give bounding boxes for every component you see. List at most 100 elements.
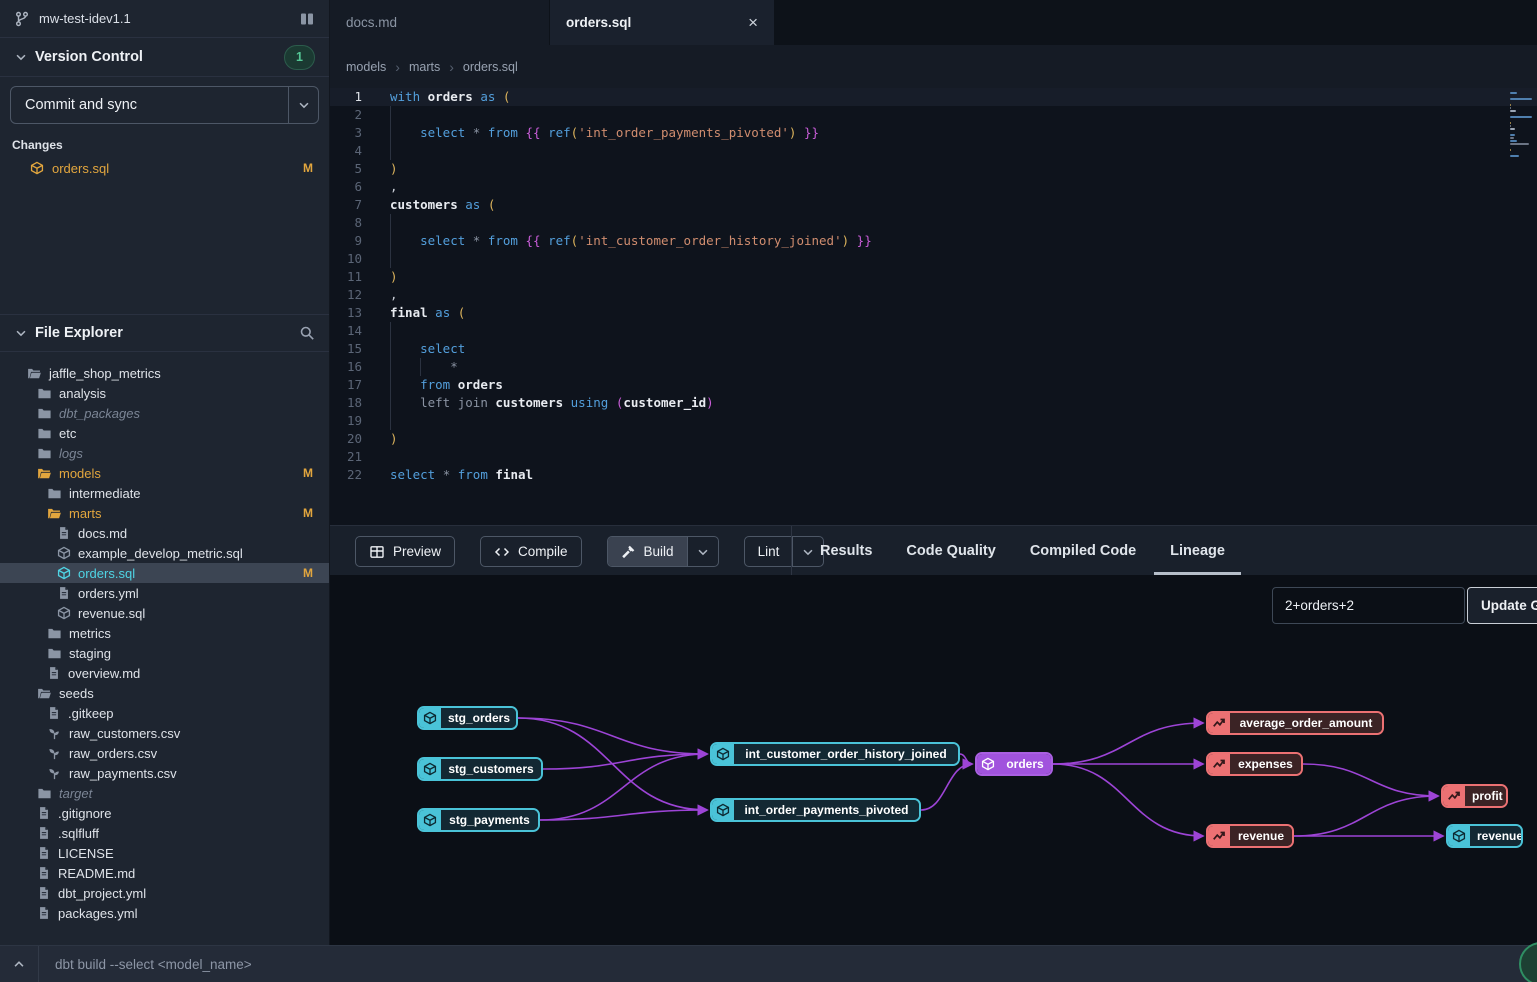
cube-icon <box>57 546 71 560</box>
tab-docs-md[interactable]: docs.md <box>330 0 550 45</box>
lineage-node-int_customer_order_history_joined[interactable]: int_customer_order_history_joined <box>710 742 960 766</box>
tree-item-raw-orders-csv[interactable]: raw_orders.csv <box>0 743 329 763</box>
search-icon[interactable] <box>299 325 315 341</box>
cube-icon <box>419 708 441 728</box>
file-icon <box>47 706 61 720</box>
compile-button[interactable]: Compile <box>480 536 582 567</box>
chevron-right-icon: › <box>395 59 400 75</box>
model-cube-icon <box>30 161 44 175</box>
tree-item-dbt-project-yml[interactable]: dbt_project.yml <box>0 883 329 903</box>
lineage-node-revenue_model[interactable]: revenue <box>1446 824 1523 848</box>
docs-book-icon[interactable] <box>299 11 315 27</box>
tree-item-raw-payments-csv[interactable]: raw_payments.csv <box>0 763 329 783</box>
tab-compiled-code[interactable]: Compiled Code <box>1030 543 1136 559</box>
lineage-node-stg_payments[interactable]: stg_payments <box>417 808 540 832</box>
commit-and-sync-button[interactable]: Commit and sync <box>10 86 319 124</box>
tree-item-metrics[interactable]: metrics <box>0 623 329 643</box>
tree-item-jaffle-shop-metrics[interactable]: jaffle_shop_metrics <box>0 363 329 383</box>
build-button[interactable]: Build <box>607 536 719 567</box>
code-line-12: 12, <box>330 286 1537 304</box>
lineage-node-average_order_amount[interactable]: average_order_amount <box>1206 711 1384 735</box>
minimap[interactable] <box>1510 92 1534 158</box>
tree-item--gitkeep[interactable]: .gitkeep <box>0 703 329 723</box>
indent-guide <box>390 232 391 250</box>
line-number: 3 <box>330 124 375 142</box>
modified-badge: M <box>303 161 313 175</box>
tree-item-orders-sql[interactable]: orders.sqlM <box>0 563 329 583</box>
tree-item-packages-yml[interactable]: packages.yml <box>0 903 329 923</box>
lineage-node-expenses[interactable]: expenses <box>1206 752 1303 776</box>
tree-item-example-develop-metric-sql[interactable]: example_develop_metric.sql <box>0 543 329 563</box>
line-number: 16 <box>330 358 375 376</box>
code-text: ) <box>390 160 398 178</box>
line-number: 17 <box>330 376 375 394</box>
tree-item-label: marts <box>69 506 102 521</box>
tree-item-target[interactable]: target <box>0 783 329 803</box>
tree-item-readme-md[interactable]: README.md <box>0 863 329 883</box>
chevron-down-icon <box>14 326 28 340</box>
lint-button[interactable]: Lint <box>744 536 825 567</box>
changed-file-row[interactable]: orders.sql M <box>0 157 329 179</box>
tab-label: docs.md <box>346 15 397 30</box>
tab-code-quality[interactable]: Code Quality <box>906 543 995 559</box>
tree-item-docs-md[interactable]: docs.md <box>0 523 329 543</box>
run-command-button[interactable] <box>1519 942 1537 982</box>
tree-item-label: LICENSE <box>58 846 114 861</box>
close-icon[interactable]: × <box>748 13 758 33</box>
lineage-node-orders[interactable]: orders <box>975 752 1053 776</box>
lint-options-chevron[interactable] <box>792 537 823 566</box>
tree-item-etc[interactable]: etc <box>0 423 329 443</box>
tree-item-label: .sqlfluff <box>58 826 99 841</box>
code-line-1: 1with orders as ( <box>330 88 1537 106</box>
version-control-header[interactable]: Version Control 1 <box>0 38 329 77</box>
tree-item-seeds[interactable]: seeds <box>0 683 329 703</box>
tree-item-marts[interactable]: martsM <box>0 503 329 523</box>
folder-icon <box>37 386 52 401</box>
tree-item-dbt-packages[interactable]: dbt_packages <box>0 403 329 423</box>
cube-icon <box>977 754 999 774</box>
expand-command-bar-button[interactable] <box>0 957 38 971</box>
file-icon <box>37 806 51 820</box>
tree-item-label: models <box>59 466 101 481</box>
code-line-21: 21 <box>330 448 1537 466</box>
lineage-node-int_order_payments_pivoted[interactable]: int_order_payments_pivoted <box>710 798 921 822</box>
code-text: select * from final <box>390 466 533 484</box>
lineage-node-profit[interactable]: profit <box>1441 784 1508 808</box>
build-options-chevron[interactable] <box>687 537 718 566</box>
code-line-9: 9 select * from {{ ref('int_customer_ord… <box>330 232 1537 250</box>
code-text: final as ( <box>390 304 465 322</box>
tree-item-label: .gitkeep <box>68 706 114 721</box>
tree-item-revenue-sql[interactable]: revenue.sql <box>0 603 329 623</box>
tree-item--gitignore[interactable]: .gitignore <box>0 803 329 823</box>
file-icon <box>37 846 51 860</box>
lineage-node-revenue_metric[interactable]: revenue <box>1206 824 1294 848</box>
line-number: 21 <box>330 448 375 466</box>
lineage-node-stg_customers[interactable]: stg_customers <box>417 757 543 781</box>
commit-options-chevron[interactable] <box>288 87 318 123</box>
tree-item-overview-md[interactable]: overview.md <box>0 663 329 683</box>
tree-item-analysis[interactable]: analysis <box>0 383 329 403</box>
folderopen-icon <box>47 506 62 521</box>
command-input[interactable] <box>39 957 1537 972</box>
lineage-selector-input[interactable] <box>1272 587 1465 624</box>
tree-item--sqlfluff[interactable]: .sqlfluff <box>0 823 329 843</box>
tree-item-orders-yml[interactable]: orders.yml <box>0 583 329 603</box>
file-explorer-header[interactable]: File Explorer <box>0 314 329 352</box>
update-graph-button[interactable]: Update Graph <box>1467 587 1537 624</box>
code-editor[interactable]: 1with orders as (23 select * from {{ ref… <box>330 88 1537 525</box>
branch-selector[interactable]: mw-test-idev1.1 <box>0 0 329 38</box>
tab-lineage[interactable]: Lineage <box>1170 543 1225 559</box>
tab-orders-sql[interactable]: orders.sql× <box>550 0 775 45</box>
folder-icon <box>47 626 62 641</box>
tree-item-models[interactable]: modelsM <box>0 463 329 483</box>
tree-item-license[interactable]: LICENSE <box>0 843 329 863</box>
tree-item-raw-customers-csv[interactable]: raw_customers.csv <box>0 723 329 743</box>
tree-item-logs[interactable]: logs <box>0 443 329 463</box>
tab-results[interactable]: Results <box>820 543 872 559</box>
lineage-node-stg_orders[interactable]: stg_orders <box>417 706 518 730</box>
folderopen-icon <box>37 686 52 701</box>
preview-button[interactable]: Preview <box>355 536 455 567</box>
tree-item-intermediate[interactable]: intermediate <box>0 483 329 503</box>
breadcrumb-item: models <box>346 60 386 74</box>
tree-item-staging[interactable]: staging <box>0 643 329 663</box>
